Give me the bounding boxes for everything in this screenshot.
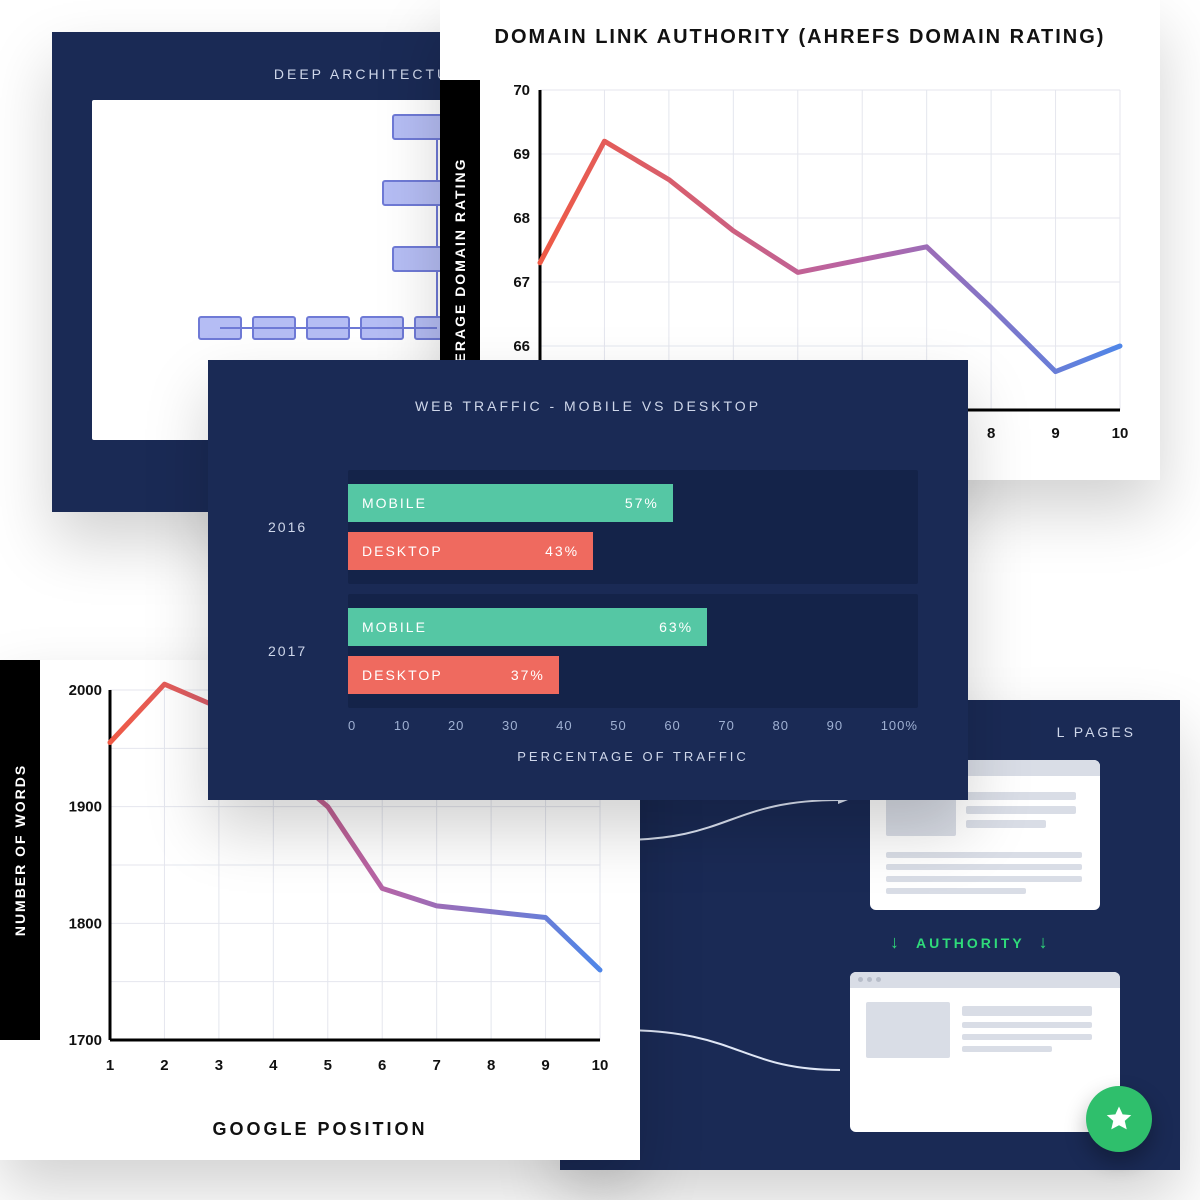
bar-label: MOBILE <box>362 619 427 635</box>
svg-text:1900: 1900 <box>69 799 102 816</box>
bar-desktop-2017: DESKTOP 37% <box>348 656 559 694</box>
mvd-xticks: 0102030405060708090100% <box>348 718 918 733</box>
mvd-title: WEB TRAFFIC - MOBILE VS DESKTOP <box>208 360 968 436</box>
svg-text:68: 68 <box>513 210 530 227</box>
star-fab[interactable] <box>1086 1086 1152 1152</box>
mvd-bars: 2016 MOBILE 57% DESKTOP 43% 2017 MOBILE … <box>348 470 918 764</box>
year-label: 2016 <box>268 519 307 535</box>
svg-text:70: 70 <box>513 82 530 99</box>
group-2017: 2017 MOBILE 63% DESKTOP 37% <box>348 594 918 708</box>
authority-label: AUTHORITY <box>916 935 1025 951</box>
bar-label: DESKTOP <box>362 543 443 559</box>
card-mobile-vs-desktop: WEB TRAFFIC - MOBILE VS DESKTOP 2016 MOB… <box>208 360 968 800</box>
bar-label: MOBILE <box>362 495 427 511</box>
svg-text:9: 9 <box>541 1057 549 1074</box>
svg-text:2000: 2000 <box>69 682 102 699</box>
bar-value: 37% <box>511 667 545 683</box>
mvd-xlabel: PERCENTAGE OF TRAFFIC <box>348 749 918 764</box>
dr-ylabel: ERAGE DOMAIN RATING <box>452 158 468 363</box>
svg-text:1800: 1800 <box>69 915 102 932</box>
svg-text:8: 8 <box>987 425 995 442</box>
svg-text:10: 10 <box>592 1057 609 1074</box>
svg-text:7: 7 <box>432 1057 440 1074</box>
svg-text:3: 3 <box>215 1057 223 1074</box>
bar-value: 63% <box>659 619 693 635</box>
bar-label: DESKTOP <box>362 667 443 683</box>
arrow-down-icon: ↓ <box>890 932 902 953</box>
bar-value: 57% <box>625 495 659 511</box>
svg-text:2: 2 <box>160 1057 168 1074</box>
nw-xlabel: GOOGLE POSITION <box>0 1119 640 1140</box>
dr-yticks: 66 67 68 69 70 <box>513 82 530 355</box>
svg-text:10: 10 <box>1112 425 1129 442</box>
mini-page-bottom <box>850 972 1120 1132</box>
svg-text:5: 5 <box>324 1057 332 1074</box>
year-label: 2017 <box>268 643 307 659</box>
bar-mobile-2016: MOBILE 57% <box>348 484 673 522</box>
bar-mobile-2017: MOBILE 63% <box>348 608 707 646</box>
svg-text:6: 6 <box>378 1057 386 1074</box>
svg-text:69: 69 <box>513 146 530 163</box>
svg-text:66: 66 <box>513 338 530 355</box>
group-2016: 2016 MOBILE 57% DESKTOP 43% <box>348 470 918 584</box>
svg-text:4: 4 <box>269 1057 278 1074</box>
dr-line <box>540 141 1120 371</box>
svg-text:1700: 1700 <box>69 1032 102 1049</box>
dr-title: DOMAIN LINK AUTHORITY (AHREFS DOMAIN RAT… <box>440 0 1160 55</box>
svg-text:1: 1 <box>106 1057 114 1074</box>
nw-xticks: 1 2 3 4 5 6 7 8 9 10 <box>106 1057 609 1074</box>
bar-desktop-2016: DESKTOP 43% <box>348 532 593 570</box>
dr-xticks: 8 9 10 <box>987 425 1128 442</box>
nw-ylabel-strip: NUMBER OF WORDS <box>0 660 40 1040</box>
arrow-down-icon: ↓ <box>1039 932 1051 953</box>
svg-text:9: 9 <box>1051 425 1059 442</box>
svg-text:8: 8 <box>487 1057 495 1074</box>
star-icon <box>1104 1104 1134 1134</box>
bar-value: 43% <box>545 543 579 559</box>
nw-yticks: 2000 1900 1800 1700 <box>69 682 102 1049</box>
authority-label-row: ↓ AUTHORITY ↓ <box>890 932 1051 953</box>
svg-text:67: 67 <box>513 274 530 291</box>
nw-ylabel: NUMBER OF WORDS <box>12 764 28 936</box>
